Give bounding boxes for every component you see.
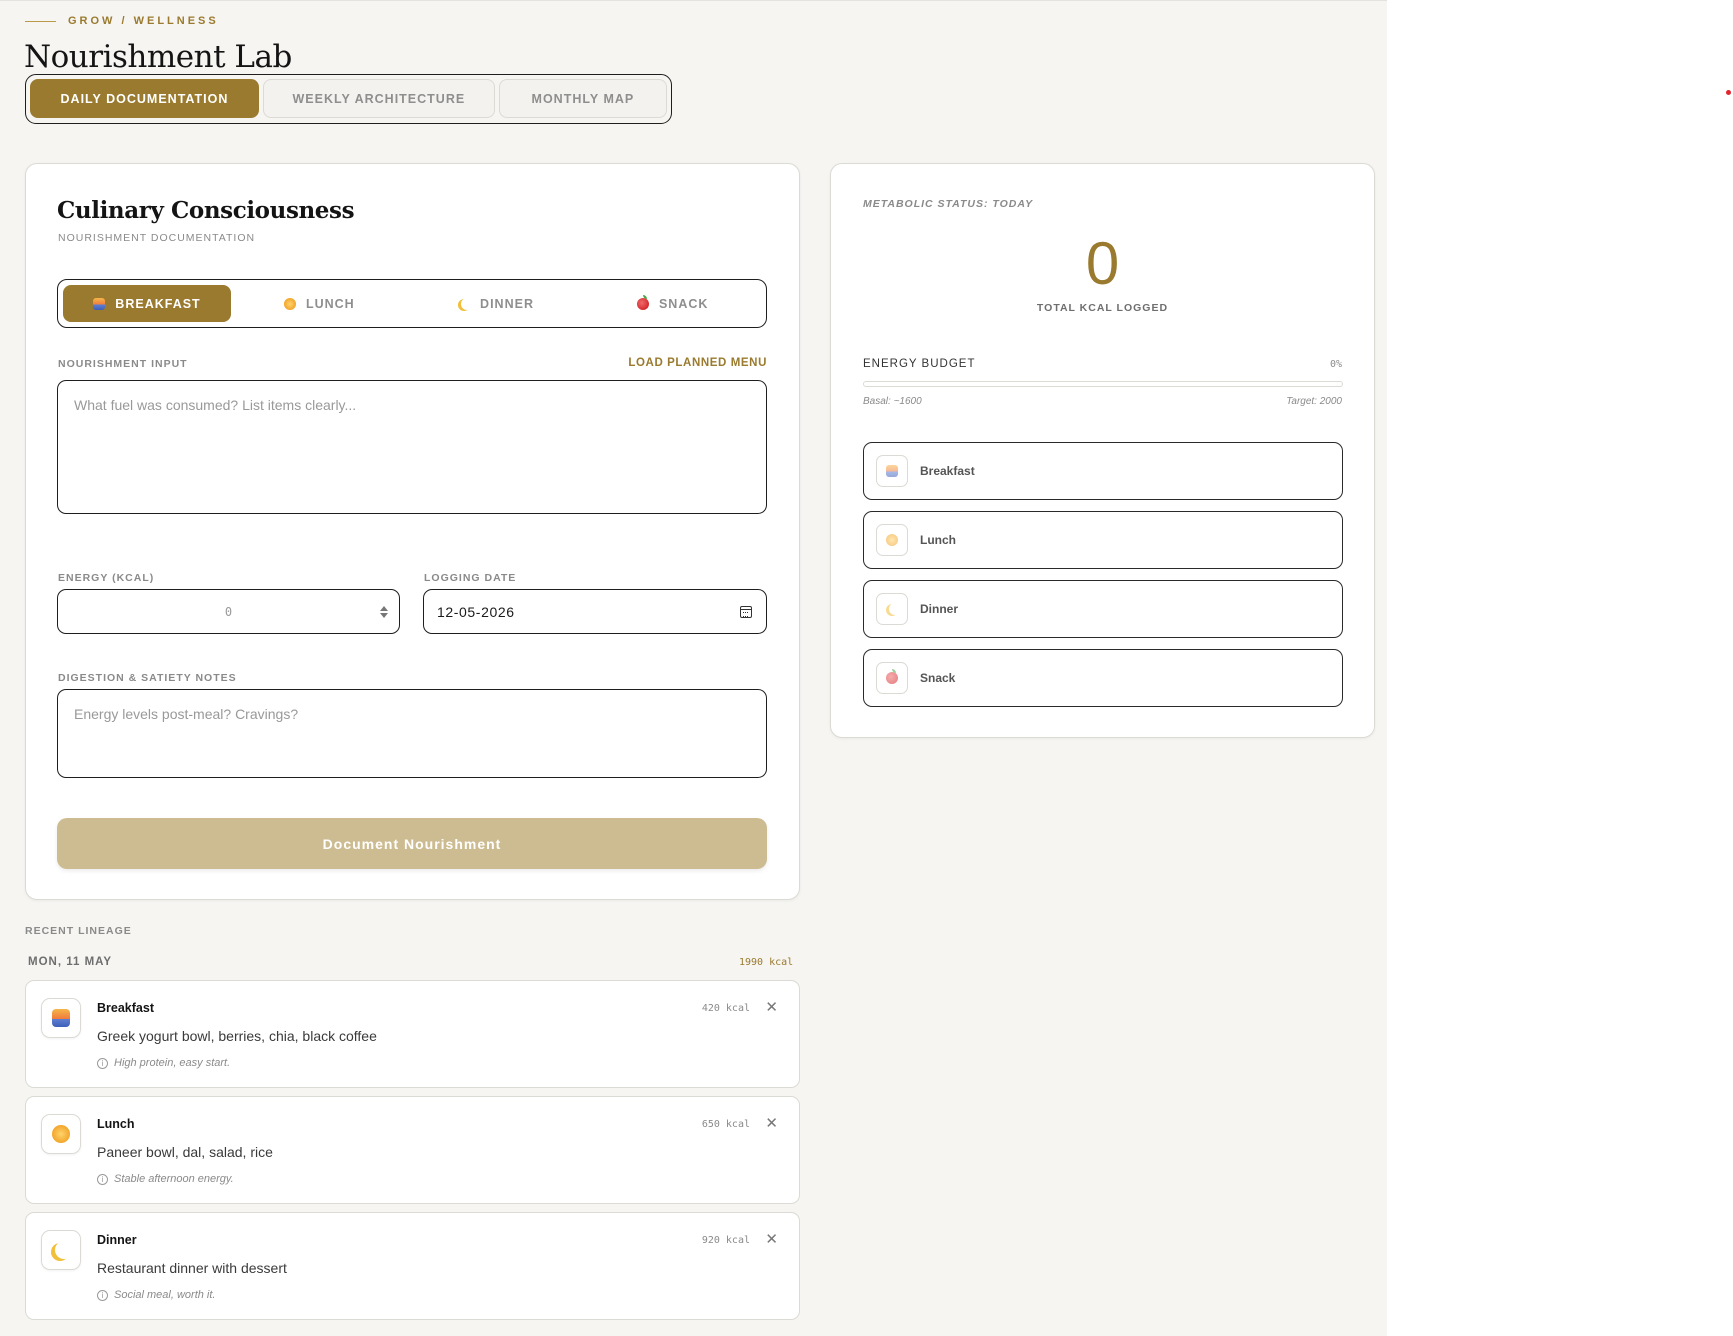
delete-entry-close-icon[interactable]: ✕	[765, 1230, 778, 1248]
meal-tab-label: SNACK	[658, 296, 709, 311]
status-label: METABOLIC STATUS: TODAY	[863, 198, 1034, 210]
form-subtitle: NOURISHMENT DOCUMENTATION	[58, 232, 256, 244]
notes-label: DIGESTION & SATIETY NOTES	[58, 672, 237, 684]
info-icon: i	[97, 1057, 108, 1069]
apple-icon	[886, 669, 898, 684]
metabolic-status-card: METABOLIC STATUS: TODAY 0 TOTAL KCAL LOG…	[830, 163, 1375, 738]
digestion-notes-input[interactable]	[57, 689, 767, 778]
entry-note: i Social meal, worth it.	[97, 1289, 215, 1301]
meal-tab-breakfast[interactable]: BREAKFAST	[63, 285, 231, 322]
energy-budget-bar	[863, 381, 1343, 387]
entry-icon-box	[41, 1114, 81, 1154]
meal-tab-label: LUNCH	[305, 296, 355, 311]
day-label: MON, 11 MAY	[28, 956, 113, 968]
entry-meal-name: Lunch	[97, 1117, 135, 1131]
log-entry: Lunch Paneer bowl, dal, salad, rice i Sta…	[25, 1096, 800, 1204]
total-kcal-value: 0	[1085, 230, 1120, 297]
entry-description: Greek yogurt bowl, berries, chia, black …	[97, 1028, 377, 1044]
sunrise-icon	[52, 1009, 70, 1027]
sun-icon	[52, 1125, 70, 1143]
indicator-dot	[1726, 90, 1731, 95]
delete-entry-close-icon[interactable]: ✕	[765, 998, 778, 1016]
load-planned-menu-link[interactable]: LOAD PLANNED MENU	[628, 357, 767, 369]
entry-note-text: Social meal, worth it.	[114, 1289, 216, 1301]
breadcrumb: GROW / WELLNESS	[25, 15, 219, 27]
energy-budget-label: ENERGY BUDGET	[863, 358, 976, 370]
target-note: Target: 2000	[1286, 396, 1342, 407]
entry-meal-name: Breakfast	[97, 1001, 154, 1015]
meal-tab-dinner[interactable]: DINNER	[408, 285, 585, 322]
meal-type-selector: BREAKFAST LUNCH DINNER SNACK	[57, 279, 767, 328]
log-entry: Breakfast Greek yogurt bowl, berries, ch…	[25, 980, 800, 1088]
log-entry: Dinner Restaurant dinner with dessert iS…	[25, 1212, 800, 1320]
tab-weekly-architecture[interactable]: WEEKLY ARCHITECTURE	[262, 79, 495, 118]
entry-note: i High protein, easy start.	[97, 1057, 230, 1069]
tab-daily-documentation[interactable]: DAILY DOCUMENTATION	[30, 79, 259, 118]
meal-tab-lunch[interactable]: LUNCH	[231, 285, 408, 322]
basal-note: Basal: ~1600	[863, 396, 922, 407]
entry-description: Restaurant dinner with dessert	[97, 1260, 287, 1276]
meal-tab-label: DINNER	[480, 296, 534, 311]
entry-icon-box	[41, 998, 81, 1038]
meal-name: Snack	[920, 671, 956, 685]
nourishment-input[interactable]	[57, 380, 767, 514]
energy-value: 0	[224, 604, 233, 619]
meal-name: Dinner	[920, 602, 959, 616]
info-icon: i	[97, 1289, 108, 1301]
entry-note-text: High protein, easy start.	[114, 1057, 231, 1069]
sunrise-icon	[93, 297, 106, 310]
sun-icon	[886, 534, 898, 546]
breadcrumb-text: GROW / WELLNESS	[68, 15, 219, 27]
number-stepper-icon[interactable]	[369, 605, 399, 618]
energy-kcal-input[interactable]: 0	[57, 589, 400, 634]
entry-icon-box	[41, 1230, 81, 1270]
moon-icon	[458, 298, 470, 310]
moon-icon	[52, 1241, 70, 1259]
view-tabs: DAILY DOCUMENTATION WEEKLY ARCHITECTURE …	[25, 74, 672, 124]
sunrise-icon	[886, 465, 898, 477]
energy-label: ENERGY (KCAL)	[58, 572, 155, 584]
nourishment-form-card: Culinary Consciousness NOURISHMENT DOCUM…	[25, 163, 800, 900]
tab-monthly-map[interactable]: MONTHLY MAP	[498, 79, 667, 118]
meal-icon-box	[876, 524, 908, 556]
logging-date-input[interactable]: 12-05-2026	[423, 589, 767, 634]
apple-icon	[636, 294, 649, 310]
meal-tab-label: BREAKFAST	[115, 296, 201, 311]
page-title: Nourishment Lab	[24, 39, 292, 75]
entry-description: Paneer bowl, dal, salad, rice	[97, 1144, 273, 1160]
date-value: 12-05-2026	[437, 603, 515, 620]
app-window: GROW / WELLNESS Nourishment Lab DAILY DO…	[0, 0, 1387, 1336]
meal-tab-snack[interactable]: SNACK	[584, 285, 761, 322]
meal-icon-box	[876, 593, 908, 625]
entry-kcal: 650 kcal	[701, 1119, 750, 1130]
form-title: Culinary Consciousness	[57, 197, 355, 224]
recent-lineage-label: RECENT LINEAGE	[25, 925, 132, 937]
entry-note: i Stable afternoon energy.	[97, 1173, 234, 1185]
logging-date-label: LOGGING DATE	[424, 572, 517, 584]
entry-kcal: 420 kcal	[701, 1003, 750, 1014]
status-meal-dinner[interactable]: Dinner	[863, 580, 1343, 638]
delete-entry-close-icon[interactable]: ✕	[765, 1114, 778, 1132]
meal-name: Breakfast	[920, 464, 975, 478]
entry-kcal: 920 kcal	[701, 1235, 750, 1246]
moon-icon	[886, 603, 898, 615]
entry-meal-name: Dinner	[97, 1233, 137, 1247]
day-total-kcal: 1990 kcal	[739, 957, 794, 968]
status-meal-snack[interactable]: Snack	[863, 649, 1343, 707]
energy-budget-percent: 0%	[1329, 359, 1342, 370]
sun-icon	[283, 297, 296, 310]
meal-icon-box	[876, 662, 908, 694]
nourishment-input-label: NOURISHMENT INPUT	[58, 358, 188, 370]
status-meal-breakfast[interactable]: Breakfast	[863, 442, 1343, 500]
calendar-icon[interactable]	[740, 605, 752, 618]
status-meal-lunch[interactable]: Lunch	[863, 511, 1343, 569]
breadcrumb-line	[25, 20, 56, 22]
entry-note-text: Stable afternoon energy.	[114, 1173, 234, 1185]
info-icon: i	[97, 1173, 108, 1185]
document-nourishment-button[interactable]: Document Nourishment	[57, 818, 767, 869]
meal-name: Lunch	[920, 533, 956, 547]
total-kcal-label: TOTAL KCAL LOGGED	[1036, 302, 1169, 314]
meal-icon-box	[876, 455, 908, 487]
